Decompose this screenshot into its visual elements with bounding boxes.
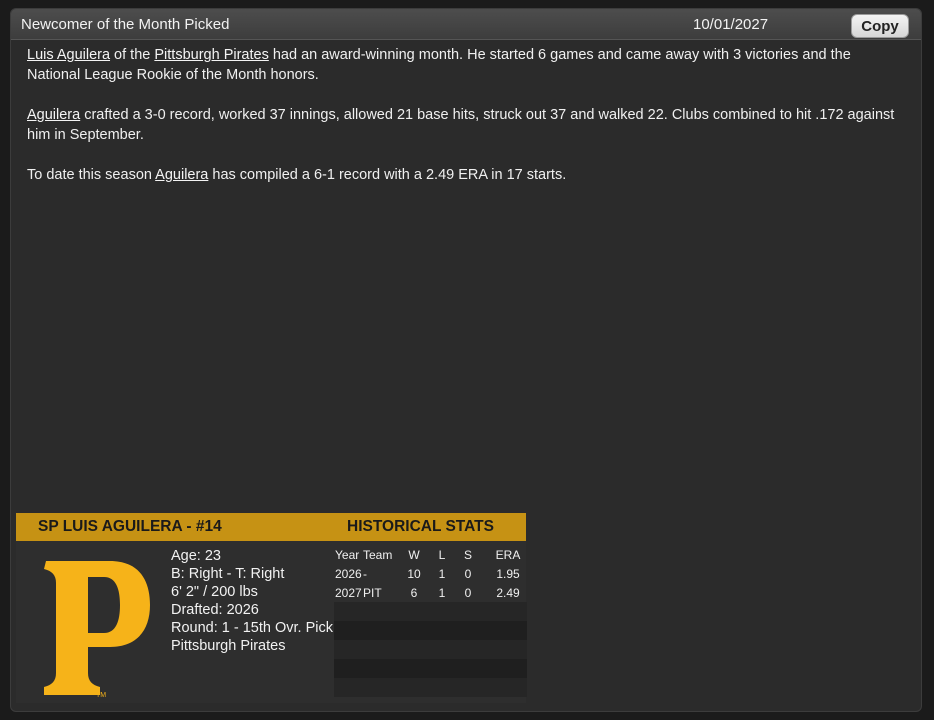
news-date: 10/01/2027 bbox=[693, 16, 769, 33]
trademark-label: TM bbox=[96, 692, 106, 699]
cell-team: - bbox=[363, 567, 367, 581]
col-header-era: ERA bbox=[495, 548, 521, 562]
player-height-weight: 6' 2" / 200 lbs bbox=[171, 584, 258, 600]
empty-table-row bbox=[334, 602, 527, 621]
stats-header-row: Year Team W L S ERA bbox=[334, 545, 527, 564]
cell-era: 2.49 bbox=[496, 586, 520, 600]
window-title: Newcomer of the Month Picked bbox=[21, 16, 230, 33]
col-header-s: S bbox=[463, 548, 472, 562]
news-window: Newcomer of the Month Picked 10/01/2027 … bbox=[10, 8, 922, 712]
player-card: SP LUIS AGUILERA - #14 HISTORICAL STATS … bbox=[16, 513, 527, 703]
player-bats-throws: B: Right - T: Right bbox=[171, 566, 285, 582]
paragraph-3: To date this season Aguilera has compile… bbox=[27, 165, 907, 185]
paragraph-2: Aguilera crafted a 3-0 record, worked 37… bbox=[27, 105, 907, 145]
cell-l: 1 bbox=[438, 586, 446, 600]
player-drafted: Drafted: 2026 bbox=[171, 602, 259, 618]
paragraph-text: crafted a 3-0 record, worked 37 innings,… bbox=[27, 107, 895, 143]
empty-table-row bbox=[334, 659, 527, 678]
paragraph-text: has compiled a 6-1 record with a 2.49 ER… bbox=[208, 167, 567, 183]
player-link[interactable]: Aguilera bbox=[155, 167, 208, 183]
player-age: Age: 23 bbox=[171, 548, 221, 564]
historical-stats-table: Year Team W L S ERA 2026 - 10 1 0 1.95 2… bbox=[334, 545, 527, 697]
col-header-l: L bbox=[438, 548, 446, 562]
cell-era: 1.95 bbox=[496, 567, 520, 581]
pirates-p-logo-icon: TM bbox=[44, 561, 150, 699]
player-link[interactable]: Aguilera bbox=[27, 107, 80, 123]
empty-table-row bbox=[334, 678, 527, 697]
team-link[interactable]: Pittsburgh Pirates bbox=[154, 47, 268, 63]
player-link[interactable]: Luis Aguilera bbox=[27, 47, 110, 63]
cell-w: 6 bbox=[410, 586, 418, 600]
title-bar: Newcomer of the Month Picked 10/01/2027 … bbox=[11, 9, 921, 40]
historical-stats-heading: HISTORICAL STATS bbox=[347, 518, 494, 535]
cell-l: 1 bbox=[438, 567, 446, 581]
empty-table-row bbox=[334, 640, 527, 659]
player-team[interactable]: Pittsburgh Pirates bbox=[171, 637, 333, 655]
article-body: Luis Aguilera of the Pittsburgh Pirates … bbox=[27, 45, 907, 205]
col-header-team: Team bbox=[363, 548, 393, 562]
col-header-year: Year bbox=[335, 548, 360, 562]
paragraph-text: of the bbox=[110, 47, 155, 63]
cell-team: PIT bbox=[363, 586, 382, 600]
player-draft-round: Round: 1 - 15th Ovr. Pick bbox=[171, 620, 333, 636]
cell-year: 2026 bbox=[335, 567, 362, 581]
col-header-w: W bbox=[408, 548, 420, 562]
player-info: Age: 23 B: Right - T: Right 6' 2" / 200 … bbox=[171, 547, 333, 655]
player-name-heading[interactable]: SP LUIS AGUILERA - #14 bbox=[38, 518, 222, 536]
paragraph-1: Luis Aguilera of the Pittsburgh Pirates … bbox=[27, 45, 907, 85]
player-card-body: TM Age: 23 B: Right - T: Right 6' 2" / 2… bbox=[16, 541, 527, 703]
table-row: 2026 - 10 1 0 1.95 bbox=[334, 564, 527, 583]
cell-s: 0 bbox=[464, 586, 472, 600]
player-card-header: SP LUIS AGUILERA - #14 HISTORICAL STATS bbox=[16, 513, 526, 541]
table-row: 2027 PIT 6 1 0 2.49 bbox=[334, 583, 527, 602]
cell-year: 2027 bbox=[335, 586, 362, 600]
paragraph-text: To date this season bbox=[27, 167, 156, 183]
copy-button[interactable]: Copy bbox=[851, 14, 909, 38]
cell-s: 0 bbox=[464, 567, 472, 581]
empty-table-row bbox=[334, 621, 527, 640]
cell-w: 10 bbox=[407, 567, 421, 581]
